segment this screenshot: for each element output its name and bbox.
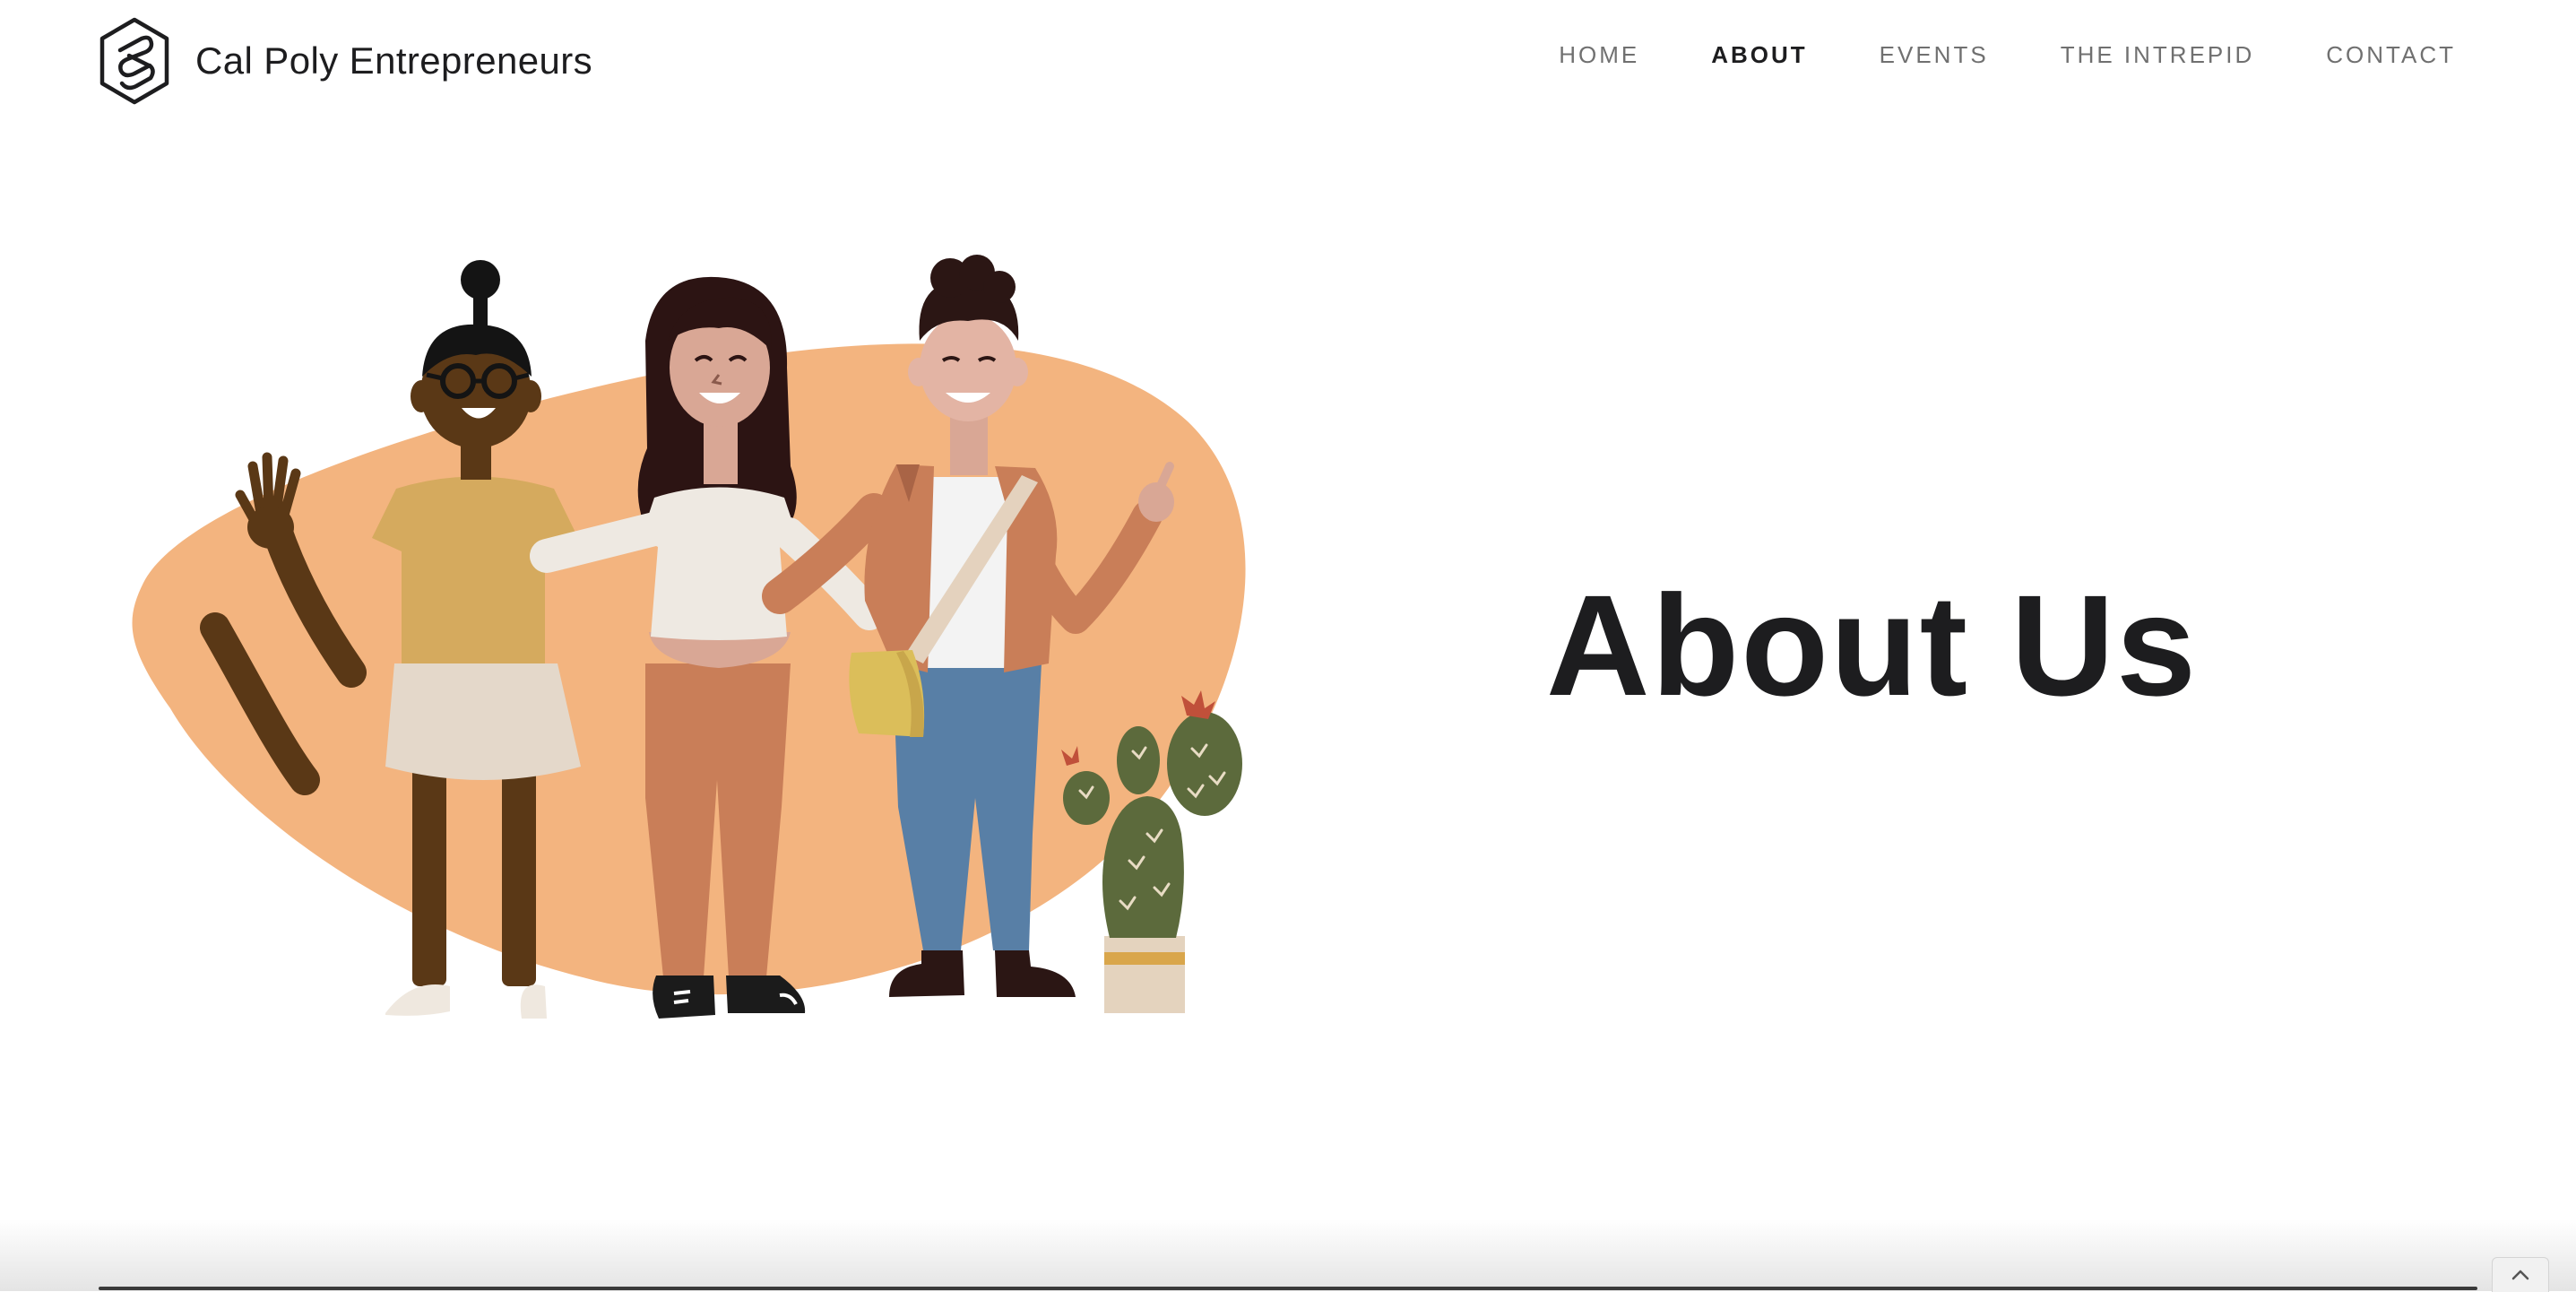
bottom-fade xyxy=(0,1219,2576,1291)
bottom-scroll-bar xyxy=(99,1287,2477,1290)
brand-name: Cal Poly Entrepreneurs xyxy=(195,39,593,82)
nav-contact[interactable]: CONTACT xyxy=(2326,41,2456,69)
site-header: Cal Poly Entrepreneurs HOME ABOUT EVENTS… xyxy=(0,0,2576,121)
three-friends-waving-with-cactus-illustration xyxy=(132,255,1246,1019)
nav-home[interactable]: HOME xyxy=(1559,41,1639,69)
page-title: About Us xyxy=(1546,565,2199,725)
nav-events[interactable]: EVENTS xyxy=(1880,41,1989,69)
main-nav: HOME ABOUT EVENTS THE INTREPID CONTACT xyxy=(1559,41,2456,69)
nav-about[interactable]: ABOUT xyxy=(1711,41,1807,69)
chevron-up-icon xyxy=(2511,1270,2529,1280)
nav-the-intrepid[interactable]: THE INTREPID xyxy=(2061,41,2255,69)
hexagon-link-logo-icon xyxy=(99,17,169,105)
back-to-top-button[interactable] xyxy=(2492,1257,2549,1292)
brand-link[interactable]: Cal Poly Entrepreneurs xyxy=(97,16,592,106)
